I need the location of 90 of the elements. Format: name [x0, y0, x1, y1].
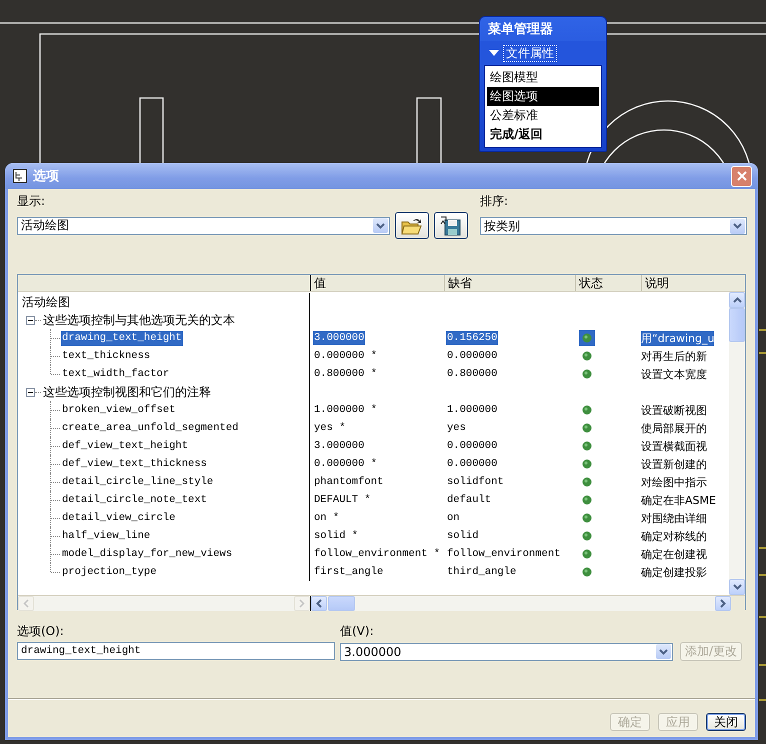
default-value: solidfont	[446, 475, 505, 489]
menu-item[interactable]: 绘图模型	[487, 68, 599, 87]
option-name[interactable]: drawing_text_height	[61, 330, 183, 346]
status-icon	[579, 330, 595, 346]
option-value: 1.000000 *	[313, 403, 378, 417]
option-name[interactable]: projection_type	[61, 564, 158, 580]
scroll-up-button[interactable]	[729, 292, 745, 308]
menu-item[interactable]: 完成/返回	[487, 125, 599, 144]
option-value: 3.000000	[313, 439, 366, 453]
option-name[interactable]: detail_circle_note_text	[61, 492, 208, 508]
default-value: follow_environment	[446, 547, 562, 561]
close-icon	[736, 171, 746, 181]
window-title: 选项	[33, 168, 60, 185]
vertical-scrollbar[interactable]	[729, 292, 745, 595]
field-label: 值(V):	[340, 623, 375, 639]
floppy-disk-icon	[440, 216, 462, 236]
option-value: phantomfont	[313, 475, 384, 489]
open-button[interactable]	[395, 212, 429, 239]
option-description: 设置文本宽度	[641, 366, 707, 382]
option-description: 确定在创建视	[641, 546, 707, 562]
option-name[interactable]: model_display_for_new_views	[61, 546, 234, 562]
option-name[interactable]: create_area_unfold_segmented	[61, 420, 240, 436]
option-value: yes *	[313, 421, 347, 435]
default-value: 0.000000	[446, 439, 498, 453]
window-icon	[12, 168, 28, 184]
column-header[interactable]: 缺省	[444, 275, 575, 291]
option-name[interactable]: broken_view_offset	[61, 402, 176, 418]
close-button[interactable]	[731, 166, 752, 186]
default-value: 0.000000	[446, 457, 498, 471]
option-description: 设置横截面视	[641, 438, 707, 454]
dialog-button[interactable]: 关闭	[706, 713, 746, 731]
tree-node[interactable]: 活动绘图	[21, 294, 71, 310]
option-name[interactable]: text_width_factor	[61, 366, 170, 382]
default-value: 1.000000	[446, 403, 498, 417]
tree-node[interactable]: 这些选项控制与其他选项无关的文本	[42, 312, 236, 328]
option-name[interactable]: detail_view_circle	[61, 510, 176, 526]
option-value: first_angle	[313, 565, 384, 579]
field-label: 显示:	[17, 193, 46, 209]
menu-item[interactable]: 绘图选项	[487, 87, 599, 106]
option-value: follow_environment *	[313, 547, 442, 561]
option-name[interactable]: def_view_text_height	[61, 438, 190, 454]
option-description: 确定创建投影	[641, 564, 707, 580]
option-description: 使局部展开的	[641, 420, 707, 436]
sort-dropdown[interactable]: 按类别	[480, 217, 747, 235]
menu-section-header[interactable]: 文件属性	[503, 44, 557, 62]
option-value: 0.000000 *	[313, 457, 378, 471]
option-value: 0.000000 *	[313, 349, 378, 363]
option-name[interactable]: detail_circle_line_style	[61, 474, 214, 490]
horizontal-scrollbar[interactable]	[311, 596, 731, 611]
default-value: 0.800000	[446, 367, 498, 381]
option-value: on *	[313, 511, 340, 525]
option-value: 3.000000	[313, 331, 366, 345]
option-input[interactable]: drawing_text_height	[17, 642, 335, 660]
option-description: 确定在非ASME	[641, 492, 716, 508]
option-name[interactable]: text_thickness	[61, 348, 152, 364]
option-name[interactable]: half_view_line	[61, 528, 152, 544]
default-value: third_angle	[446, 565, 518, 579]
tree-node[interactable]: 这些选项控制视图和它们的注释	[42, 384, 212, 400]
display-dropdown[interactable]: 活动绘图	[17, 216, 390, 234]
default-value: solid	[446, 529, 480, 543]
open-folder-icon	[401, 216, 423, 234]
option-description: 确定对称线的	[641, 528, 707, 544]
field-label: 排序:	[480, 193, 510, 209]
option-description: 对再生后的新	[641, 348, 707, 364]
horizontal-scrollbar[interactable]	[18, 596, 311, 611]
default-value: 0.156250	[446, 331, 498, 345]
scrollbar-corner	[731, 596, 745, 611]
default-value: default	[446, 493, 492, 507]
field-label: 选项(O):	[17, 623, 65, 639]
option-value: 0.800000 *	[313, 367, 378, 381]
option-name[interactable]: def_view_text_thickness	[61, 456, 208, 472]
scroll-thumb[interactable]	[729, 308, 745, 342]
menu-item[interactable]: 公差标准	[487, 106, 599, 125]
column-header[interactable]: 值	[311, 275, 444, 291]
default-value: 0.000000	[446, 349, 498, 363]
column-header[interactable]: 说明	[641, 275, 731, 291]
option-description: 设置破断视图	[641, 402, 707, 418]
option-description: 用“drawing_u	[641, 330, 714, 346]
scroll-down-button[interactable]	[729, 579, 745, 595]
default-value: yes	[446, 421, 467, 435]
default-value: on	[446, 511, 461, 525]
option-description: 对围绕由详细	[641, 510, 707, 526]
option-value: solid *	[313, 529, 360, 543]
option-value: DEFAULT *	[313, 493, 372, 507]
save-button[interactable]	[434, 212, 468, 239]
value-dropdown[interactable]: 3.000000	[340, 642, 673, 660]
option-description: 对绘图中指示	[641, 474, 707, 490]
column-header[interactable]: 状态	[575, 275, 641, 291]
option-description: 设置新创建的	[641, 456, 707, 472]
panel-title: 菜单管理器	[487, 21, 554, 39]
